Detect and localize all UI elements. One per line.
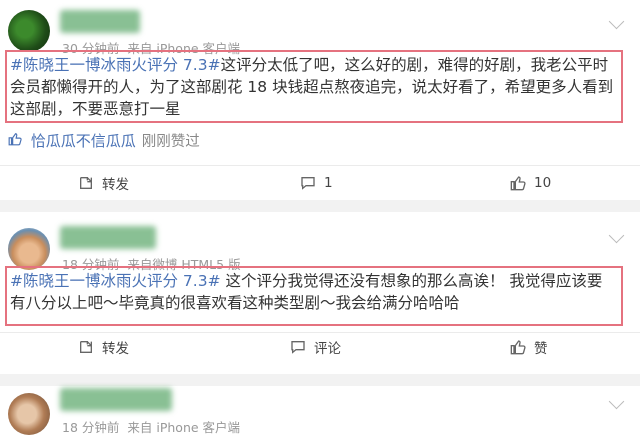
avatar[interactable] [8,393,50,435]
avatar[interactable] [8,228,50,270]
thumb-up-icon [510,175,526,191]
username[interactable] [60,10,140,33]
chevron-down-icon[interactable] [608,13,625,30]
comment-icon [290,339,306,355]
post-card: 18 分钟前 来自 iPhone 客户端 [0,386,640,439]
post-content: #陈晓王一博冰雨火评分 7.3#这评分太低了吧，这么好的剧，难得的好剧，我老公平… [5,50,623,123]
post-card: 30 分钟前 来自 iPhone 客户端 #陈晓王一博冰雨火评分 7.3#这评分太… [0,0,640,200]
hashtag-link[interactable]: #陈晓王一博冰雨火评分 7.3# [10,272,221,290]
like-count: 10 [534,175,552,191]
chevron-down-icon[interactable] [608,227,625,244]
repost-icon [78,175,94,191]
comment-count: 1 [324,175,333,191]
username-redacted [60,226,156,249]
comment-button[interactable]: 1 [300,168,333,198]
repost-button[interactable]: 转发 [78,168,129,198]
post-meta: 18 分钟前 来自 iPhone 客户端 [62,417,240,436]
repost-button[interactable]: 转发 [78,332,129,362]
liked-suffix: 刚刚赞过 [141,134,200,150]
action-bar: 转发 1 10 [0,168,640,198]
divider [0,165,640,166]
like-label: 赞 [534,341,548,357]
username[interactable] [60,226,156,249]
thumb-up-icon [510,339,526,355]
post-content: #陈晓王一博冰雨火评分 7.3# 这个评分我觉得还没有想象的那么高诶！ 我觉得应… [5,266,623,326]
comment-icon [300,175,316,191]
username-redacted [60,10,140,33]
username-redacted [60,388,172,411]
comment-button[interactable]: 评论 [290,332,341,362]
repost-label: 转发 [102,341,129,357]
post-source: 来自 iPhone 客户端 [127,420,241,435]
comment-label: 评论 [314,341,341,357]
chevron-down-icon[interactable] [608,393,625,410]
hashtag-link[interactable]: #陈晓王一博冰雨火评分 7.3# [10,56,221,74]
repost-icon [78,339,94,355]
like-button[interactable]: 赞 [510,332,548,362]
post-time: 18 分钟前 [62,420,120,435]
avatar[interactable] [8,10,50,52]
like-button[interactable]: 10 [510,168,551,198]
liked-by: 恰瓜瓜不信瓜瓜 刚刚赞过 [8,130,200,151]
liked-user-link[interactable]: 恰瓜瓜不信瓜瓜 [31,132,136,150]
thumb-up-icon [8,132,27,150]
action-bar: 转发 评论 赞 [0,332,640,362]
repost-label: 转发 [102,177,129,193]
username[interactable] [60,388,172,411]
